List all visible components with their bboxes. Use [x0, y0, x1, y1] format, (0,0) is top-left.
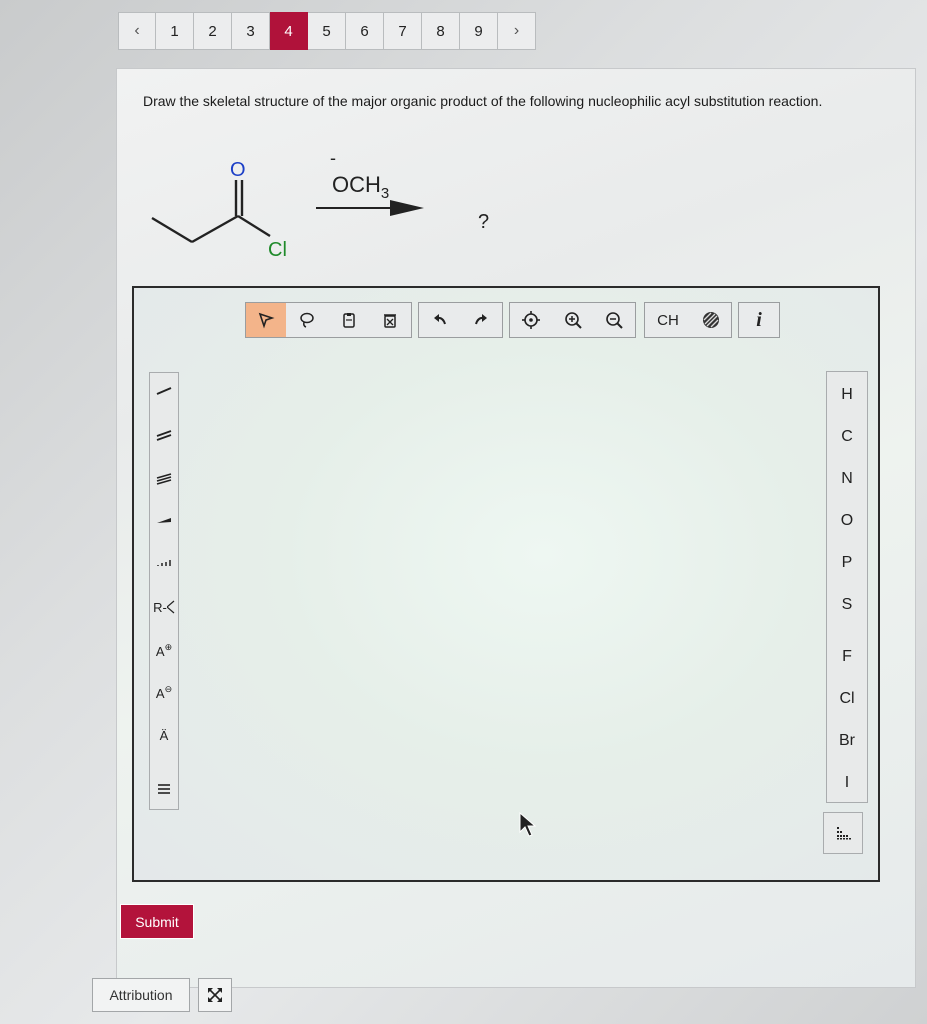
element-cl-button[interactable]: Cl — [827, 678, 867, 720]
reaction-scheme: O Cl - OCH3 ? — [151, 150, 489, 261]
minus-charge-icon: ⊖ — [164, 683, 173, 694]
periodic-table-button[interactable] — [823, 812, 863, 854]
expand-button[interactable] — [198, 978, 232, 1012]
next-page-button[interactable]: › — [498, 12, 536, 50]
zoom-in-icon — [564, 312, 582, 329]
page-button-9[interactable]: 9 — [460, 12, 498, 50]
page-button-5[interactable]: 5 — [308, 12, 346, 50]
expand-icon — [208, 988, 222, 1002]
page-button-6[interactable]: 6 — [346, 12, 384, 50]
lone-pair-label: Ä — [159, 727, 169, 743]
clipboard-icon — [343, 313, 355, 328]
delete-button[interactable] — [370, 303, 410, 337]
info-icon: i — [756, 308, 762, 331]
cation-label: A — [155, 643, 165, 659]
anion-charge-button[interactable]: A ⊖ — [150, 675, 178, 711]
page-button-3[interactable]: 3 — [232, 12, 270, 50]
page-button-8[interactable]: 8 — [422, 12, 460, 50]
ch-toggle-button[interactable]: CH — [645, 303, 691, 337]
fork-bond-icon — [166, 600, 175, 614]
prev-page-button[interactable]: ‹ — [118, 12, 156, 50]
anion-label: A — [155, 685, 165, 701]
element-p-button[interactable]: P — [827, 542, 867, 584]
lone-pair-button[interactable]: Ä — [150, 717, 178, 753]
lasso-tool-button[interactable] — [286, 303, 328, 337]
zoom-out-button[interactable] — [593, 303, 635, 337]
element-i-button[interactable]: I — [827, 762, 867, 804]
element-c-button[interactable]: C — [827, 416, 867, 458]
toolbar-view-group — [509, 302, 636, 338]
clipboard-button[interactable] — [328, 303, 370, 337]
toolbar-display-group: CH — [644, 302, 732, 338]
reagent-label: OCH3 — [332, 172, 389, 202]
color-toggle-button[interactable] — [691, 303, 731, 337]
cation-charge-button[interactable]: A ⊕ — [150, 633, 178, 669]
select-tool-button[interactable] — [246, 303, 286, 337]
element-br-button[interactable]: Br — [827, 720, 867, 762]
toolbar-edit-group — [245, 302, 412, 338]
hatched-circle-icon — [703, 312, 719, 328]
plus-charge-icon: ⊕ — [164, 641, 173, 652]
undo-icon — [433, 314, 446, 325]
drawing-canvas[interactable] — [132, 286, 880, 882]
attribution-button[interactable]: Attribution — [92, 978, 190, 1012]
select-arrow-icon — [258, 312, 275, 329]
toolbar-history-group — [418, 302, 503, 338]
hash-bond-icon — [157, 560, 171, 566]
element-palette: H C N O P S F Cl Br I — [826, 371, 868, 803]
reagent-charge: - — [330, 150, 336, 168]
hash-bond-button[interactable] — [150, 545, 178, 581]
periodic-table-icon — [837, 827, 851, 840]
pagination: ‹ 1 2 3 4 5 6 7 8 9 › — [118, 12, 536, 50]
page-button-2[interactable]: 2 — [194, 12, 232, 50]
element-n-button[interactable]: N — [827, 458, 867, 500]
bond-tools-bar: R- A ⊕ A ⊖ Ä — [149, 372, 179, 810]
element-h-button[interactable]: H — [827, 374, 867, 416]
chlorine-label: Cl — [268, 239, 287, 261]
info-button[interactable]: i — [738, 302, 780, 338]
wedge-bond-icon — [157, 518, 171, 523]
redo-icon — [475, 314, 488, 325]
center-icon — [521, 311, 540, 329]
wedge-bond-button[interactable] — [150, 503, 178, 539]
double-bond-button[interactable] — [150, 417, 178, 453]
redo-button[interactable] — [461, 303, 503, 337]
zoom-out-icon — [606, 312, 623, 329]
r-group-button[interactable]: R- — [150, 589, 178, 625]
page-button-4[interactable]: 4 — [270, 12, 308, 50]
element-f-button[interactable]: F — [827, 636, 867, 678]
element-o-button[interactable]: O — [827, 500, 867, 542]
double-bond-icon — [156, 430, 172, 441]
triple-bond-button[interactable] — [150, 461, 178, 497]
element-s-button[interactable]: S — [827, 584, 867, 626]
reagent-arrow: - OCH3 ? — [316, 150, 489, 233]
templates-button[interactable] — [150, 771, 178, 807]
r-group-label: R- — [153, 599, 167, 615]
product-placeholder: ? — [478, 211, 489, 233]
single-bond-icon — [156, 387, 172, 395]
undo-button[interactable] — [419, 303, 461, 337]
delete-icon — [384, 314, 396, 328]
carbonyl-oxygen-label: O — [230, 159, 246, 181]
page-button-7[interactable]: 7 — [384, 12, 422, 50]
menu-lines-icon — [158, 784, 170, 794]
triple-bond-icon — [156, 473, 172, 485]
question-text: Draw the skeletal structure of the major… — [143, 93, 823, 109]
page-button-1[interactable]: 1 — [156, 12, 194, 50]
mouse-cursor-icon — [519, 812, 537, 837]
submit-button[interactable]: Submit — [120, 904, 194, 939]
center-view-button[interactable] — [510, 303, 552, 337]
acyl-chloride-structure: O Cl — [151, 159, 287, 261]
single-bond-button[interactable] — [150, 373, 178, 409]
lasso-icon — [300, 312, 314, 328]
zoom-in-button[interactable] — [552, 303, 594, 337]
